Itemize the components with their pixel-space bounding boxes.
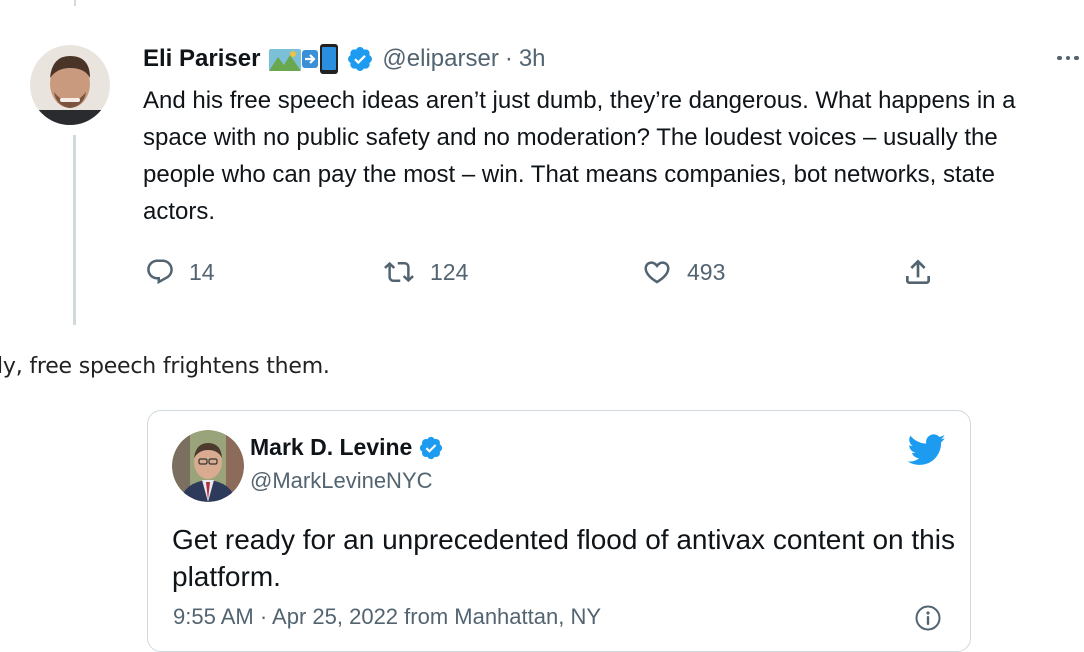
more-icon[interactable] — [1052, 46, 1084, 70]
reply-count: 14 — [189, 258, 215, 285]
verified-badge-icon — [346, 45, 374, 73]
header-separator: · — [504, 45, 513, 72]
like-icon — [644, 261, 670, 284]
twitter-bird-icon[interactable] — [907, 434, 946, 466]
embedded-author-name[interactable]: Mark D. Levine — [250, 434, 412, 461]
embedded-tweet-meta[interactable]: 9:55 AM · Apr 25, 2022 from Manhattan, N… — [173, 604, 601, 630]
reply-button[interactable]: 14 — [145, 255, 215, 289]
embedded-author-row: Mark D. Levine — [250, 434, 444, 461]
reply-icon — [147, 259, 173, 285]
share-icon — [906, 259, 930, 284]
author-handle[interactable]: @eliparser — [382, 45, 498, 73]
author-name[interactable]: Eli Pariser — [143, 45, 260, 73]
embedded-tweet-text: Get ready for an unprecedented flood of … — [172, 524, 955, 592]
like-button[interactable]: 493 — [641, 255, 725, 289]
thread-line — [73, 135, 76, 325]
embedded-avatar[interactable] — [172, 430, 244, 502]
verified-badge-icon — [418, 435, 444, 461]
like-count: 493 — [687, 258, 726, 285]
tweet-text: And his free speech ideas aren’t just du… — [143, 87, 1016, 225]
display-name-emoji — [268, 43, 340, 75]
thread-line-top — [74, 0, 76, 6]
share-button[interactable] — [902, 255, 934, 289]
retweet-icon — [384, 261, 414, 283]
tweet-header: Eli Pariser @eliparser · 3h — [143, 42, 546, 76]
phone-emoji-icon — [320, 44, 339, 74]
info-icon[interactable] — [915, 605, 941, 631]
retweet-count: 124 — [430, 258, 469, 285]
avatar[interactable] — [30, 40, 110, 130]
tweet-time[interactable]: 3h — [519, 45, 546, 73]
map-emoji-icon — [269, 49, 302, 71]
arrow-emoji-icon — [302, 50, 319, 68]
embedded-author-handle[interactable]: @MarkLevineNYC — [250, 468, 433, 494]
quote-caption: ly, free speech frightens them. — [0, 354, 330, 379]
retweet-button[interactable]: 124 — [382, 255, 468, 289]
